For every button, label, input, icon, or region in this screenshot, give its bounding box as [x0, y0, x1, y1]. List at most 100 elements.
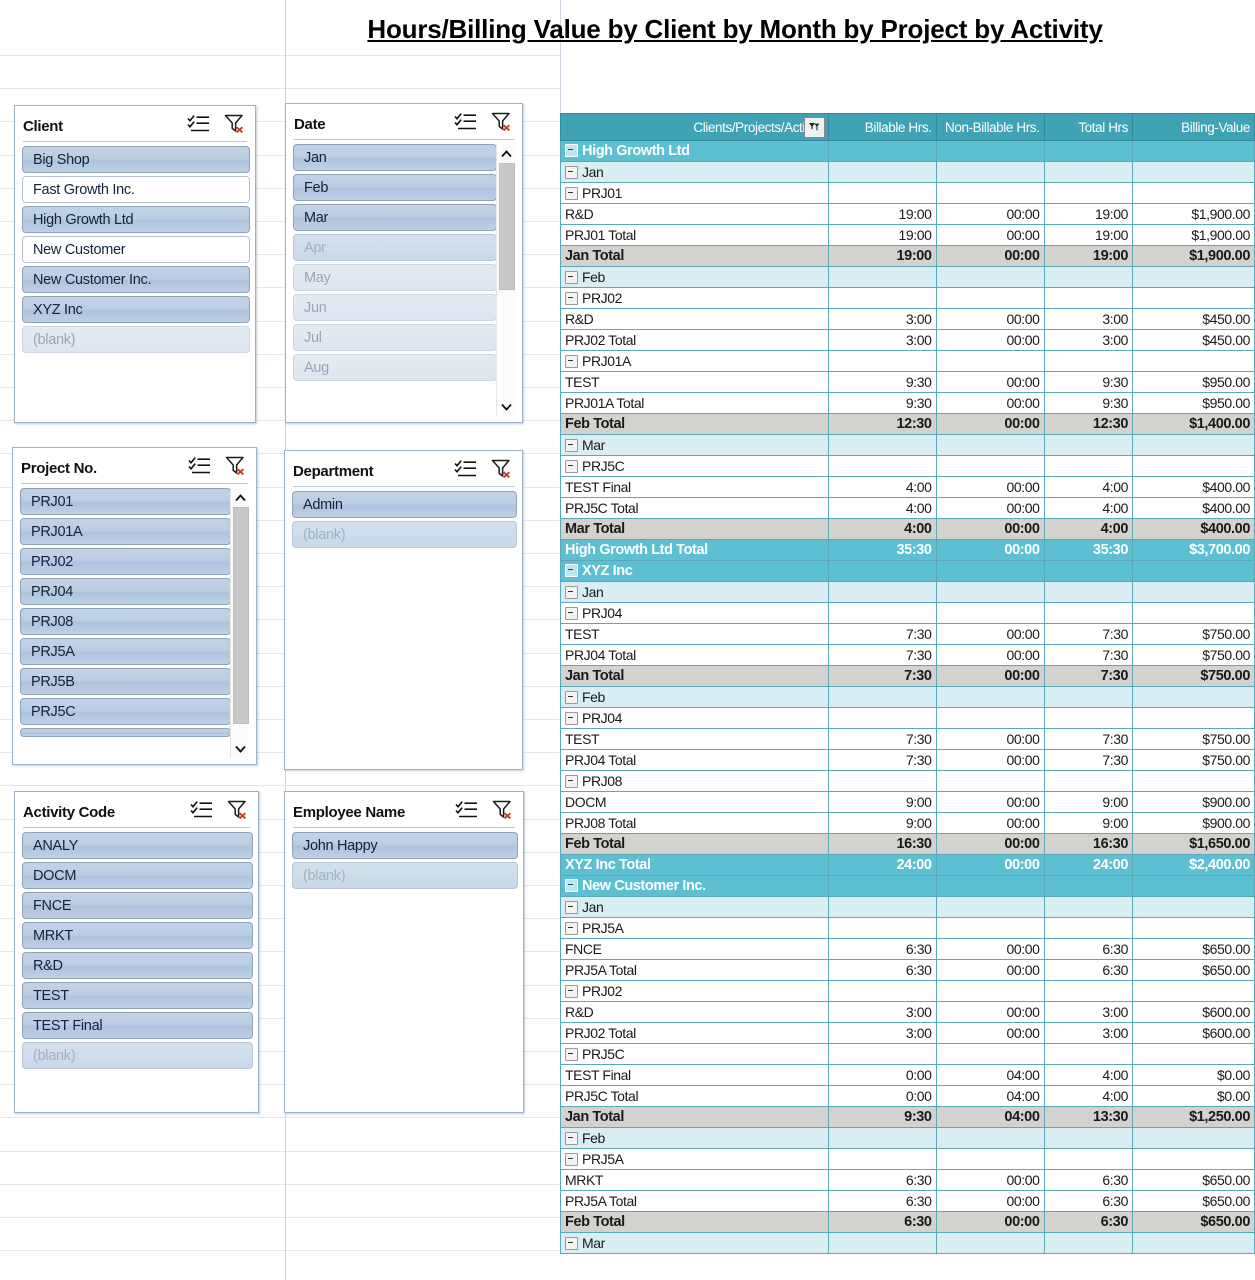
slicer-item-date-5[interactable]: Jun: [293, 294, 497, 321]
slicer-item-client-5[interactable]: XYZ Inc: [22, 296, 250, 323]
slicer-item-activity-code-3[interactable]: MRKT: [22, 922, 253, 949]
slicer-item-activity-code-4[interactable]: R&D: [22, 952, 253, 979]
multi-select-icon[interactable]: [190, 800, 214, 825]
slicer-item-project-no-7[interactable]: PRJ5C: [20, 698, 231, 725]
slicer-item-project-no-partial[interactable]: [20, 728, 231, 737]
scroll-thumb[interactable]: [499, 163, 515, 290]
collapse-icon[interactable]: [565, 354, 578, 368]
collapse-icon[interactable]: [565, 438, 578, 452]
pivot-cell-label: DOCM: [560, 791, 829, 813]
multi-select-icon[interactable]: [187, 114, 211, 139]
slicer-item-employee-name-0[interactable]: John Happy: [292, 832, 518, 859]
slicer-item-client-1[interactable]: Fast Growth Inc.: [22, 176, 250, 203]
slicer-item-date-3[interactable]: Apr: [293, 234, 497, 261]
pivot-cell-value: $2,400.00: [1132, 854, 1255, 876]
slicer-item-activity-code-2[interactable]: FNCE: [22, 892, 253, 919]
pivot-cell-billable: 9:30: [827, 371, 937, 393]
slicer-item-client-2[interactable]: High Growth Ltd: [22, 206, 250, 233]
pivot-cell-nonbillable: 00:00: [935, 854, 1045, 876]
collapse-icon[interactable]: [565, 186, 578, 200]
scroll-thumb[interactable]: [233, 507, 249, 724]
slicer-department[interactable]: Department Admin (blank): [284, 450, 523, 770]
pivot-row-projtotal: PRJ01A Total 9:30 00:00 9:30 $950.00: [560, 392, 1255, 414]
slicer-header-date: Date: [294, 109, 514, 140]
scroll-down-arrow-icon[interactable]: [231, 740, 249, 757]
slicer-item-date-6[interactable]: Jul: [293, 324, 497, 351]
slicer-item-activity-code-5[interactable]: TEST: [22, 982, 253, 1009]
slicer-item-activity-code-7[interactable]: (blank): [22, 1042, 253, 1069]
slicer-scrollbar-project-no[interactable]: [230, 488, 249, 758]
slicer-item-project-no-3[interactable]: PRJ04: [20, 578, 231, 605]
scroll-up-arrow-icon[interactable]: [497, 145, 515, 162]
collapse-icon[interactable]: [565, 774, 578, 788]
pivot-cell-nonbillable: 04:00: [935, 1064, 1045, 1086]
collapse-icon[interactable]: [565, 1152, 578, 1166]
slicer-item-project-no-5[interactable]: PRJ5A: [20, 638, 231, 665]
collapse-icon[interactable]: [565, 459, 578, 473]
pivot-cell-label: Jan Total: [560, 1106, 829, 1128]
clear-filter-icon[interactable]: [224, 455, 248, 481]
collapse-icon[interactable]: [565, 984, 578, 998]
slicer-item-project-no-6[interactable]: PRJ5B: [20, 668, 231, 695]
pivot-cell-label: Feb: [560, 1127, 829, 1149]
slicer-item-project-no-2[interactable]: PRJ02: [20, 548, 231, 575]
slicer-item-client-3[interactable]: New Customer: [22, 236, 250, 263]
clear-filter-icon[interactable]: [490, 458, 514, 484]
clear-filter-icon[interactable]: [491, 799, 515, 825]
collapse-icon[interactable]: [565, 1131, 578, 1145]
multi-select-icon[interactable]: [455, 800, 479, 825]
pivot-cell-nonbillable: 00:00: [935, 203, 1045, 225]
collapse-icon[interactable]: [565, 165, 578, 179]
slicer-item-project-no-4[interactable]: PRJ08: [20, 608, 231, 635]
slicer-item-department-1[interactable]: (blank): [292, 521, 517, 548]
collapse-icon[interactable]: [565, 606, 578, 620]
slicer-client[interactable]: Client Big Shop Fast Growth Inc. High Growt…: [14, 105, 256, 423]
slicer-item-activity-code-6[interactable]: TEST Final: [22, 1012, 253, 1039]
collapse-icon[interactable]: [565, 878, 578, 892]
slicer-project-no[interactable]: Project No. PRJ01 PRJ01A PRJ02 PRJ04 PRJ08 PRJ…: [12, 447, 257, 765]
slicer-item-employee-name-1[interactable]: (blank): [292, 862, 518, 889]
collapse-icon[interactable]: [565, 291, 578, 305]
collapse-icon[interactable]: [565, 900, 578, 914]
pivot-cell-nonbillable: [935, 917, 1045, 939]
slicer-scrollbar-date[interactable]: [496, 144, 515, 416]
collapse-icon[interactable]: [565, 921, 578, 935]
slicer-item-activity-code-1[interactable]: DOCM: [22, 862, 253, 889]
slicer-item-date-4[interactable]: May: [293, 264, 497, 291]
slicer-item-client-6[interactable]: (blank): [22, 326, 250, 353]
pivot-row-activity: R&D 3:00 00:00 3:00 $450.00: [560, 308, 1255, 330]
pivot-cell-value: $400.00: [1132, 518, 1255, 540]
slicer-item-date-0[interactable]: Jan: [293, 144, 497, 171]
collapse-icon[interactable]: [565, 690, 578, 704]
slicer-activity-code[interactable]: Activity Code ANALY DOCM FNCE MRKT R&D TEST TES…: [14, 791, 259, 1113]
collapse-icon[interactable]: [565, 585, 578, 599]
slicer-item-client-0[interactable]: Big Shop: [22, 146, 250, 173]
multi-select-icon[interactable]: [188, 456, 212, 481]
slicer-item-project-no-1[interactable]: PRJ01A: [20, 518, 231, 545]
collapse-icon[interactable]: [565, 270, 578, 284]
collapse-icon[interactable]: [565, 563, 578, 577]
slicer-item-project-no-0[interactable]: PRJ01: [20, 488, 231, 515]
pivot-row-label: XYZ Inc: [582, 563, 633, 579]
multi-select-icon[interactable]: [454, 112, 478, 137]
collapse-icon[interactable]: [565, 143, 578, 157]
slicer-item-activity-code-0[interactable]: ANALY: [22, 832, 253, 859]
multi-select-icon[interactable]: [454, 459, 478, 484]
slicer-item-label: High Growth Ltd: [33, 212, 134, 228]
filter-dropdown-icon[interactable]: [803, 117, 825, 138]
clear-filter-icon[interactable]: [226, 799, 250, 825]
collapse-icon[interactable]: [565, 1236, 578, 1250]
scroll-down-arrow-icon[interactable]: [497, 398, 515, 415]
collapse-icon[interactable]: [565, 1047, 578, 1061]
collapse-icon[interactable]: [565, 711, 578, 725]
slicer-item-date-2[interactable]: Mar: [293, 204, 497, 231]
clear-filter-icon[interactable]: [223, 113, 247, 139]
slicer-item-client-4[interactable]: New Customer Inc.: [22, 266, 250, 293]
slicer-item-date-7[interactable]: Aug: [293, 354, 497, 381]
clear-filter-icon[interactable]: [490, 111, 514, 137]
slicer-item-date-1[interactable]: Feb: [293, 174, 497, 201]
slicer-employee-name[interactable]: Employee Name John Happy (blank): [284, 791, 524, 1113]
slicer-item-department-0[interactable]: Admin: [292, 491, 517, 518]
slicer-date[interactable]: Date Jan Feb Mar Apr May Jun Jul Aug: [285, 103, 523, 423]
scroll-up-arrow-icon[interactable]: [231, 489, 249, 506]
